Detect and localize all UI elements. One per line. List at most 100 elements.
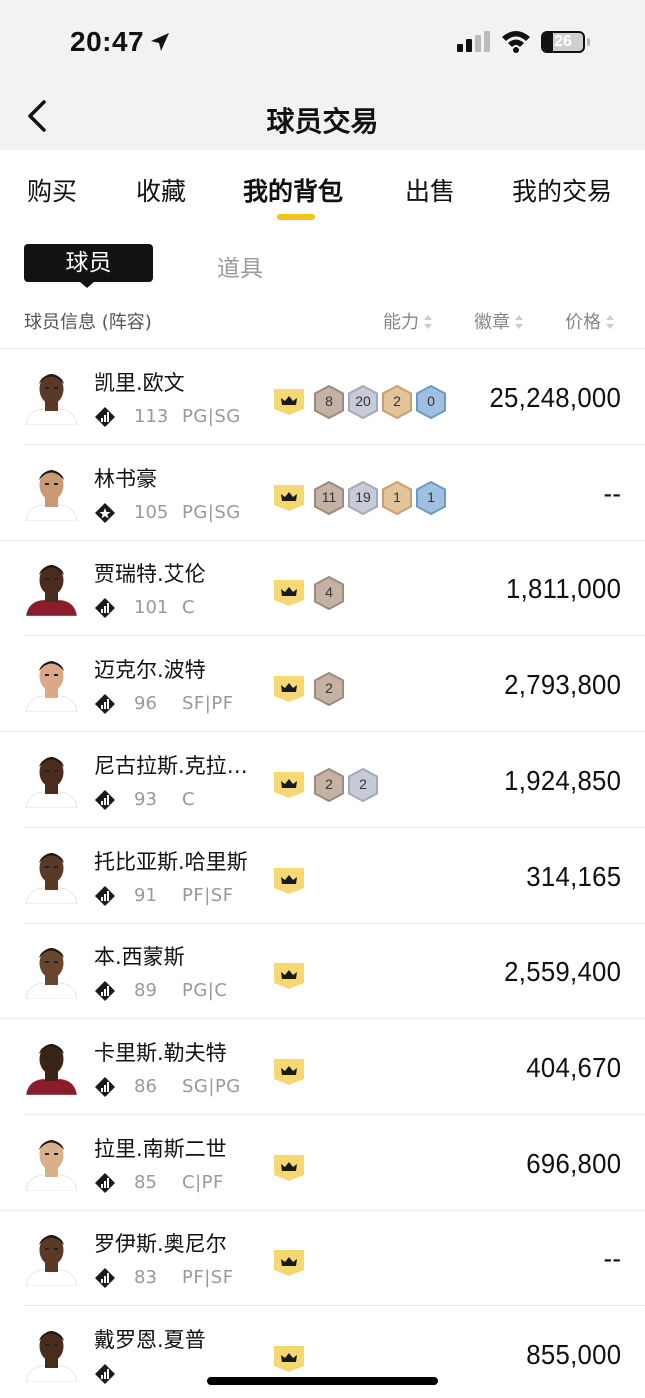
location-arrow-icon (151, 33, 169, 51)
player-avatar (25, 1139, 78, 1191)
active-tab-indicator (277, 214, 315, 220)
battery-cap (587, 38, 590, 46)
player-price: 1,811,000 (505, 573, 621, 605)
player-name: 贾瑞特.艾伦 (94, 562, 206, 587)
header-price-sort[interactable]: 价格 (565, 308, 615, 334)
badge-number: 4 (325, 584, 333, 601)
player-rating: 105 (134, 501, 169, 523)
crown-icon (274, 1346, 304, 1372)
player-position: C|PF (182, 1171, 224, 1193)
crown-icon (274, 389, 304, 415)
tab-my-backpack[interactable]: 我的背包 (243, 172, 343, 208)
player-avatar (25, 852, 78, 904)
subtab-items[interactable]: 道具 (217, 249, 263, 283)
player-rating: 85 (134, 1171, 157, 1193)
rank-diamond-icon (95, 598, 115, 619)
player-position: PG|SG (182, 501, 241, 523)
player-position: SG|PG (182, 1075, 241, 1097)
header-ability-label: 能力 (383, 312, 419, 333)
player-position: C (182, 597, 196, 619)
player-avatar (25, 756, 78, 808)
player-price: 2,559,400 (503, 956, 621, 988)
player-avatar (25, 661, 78, 713)
player-name: 戴罗恩.夏普 (94, 1328, 206, 1352)
badge-count: 20 (348, 385, 378, 419)
badge-count: 2 (314, 672, 344, 707)
header-ability-sort[interactable]: 能力 (383, 308, 433, 334)
player-row[interactable]: 凯里.欧文 113 PG|SG 8 20 2 0 25,248,000 (0, 349, 645, 445)
crown-icon (274, 676, 304, 703)
tab-favorites[interactable]: 收藏 (136, 172, 186, 208)
tab-my-trades[interactable]: 我的交易 (512, 172, 612, 208)
player-row[interactable]: 贾瑞特.艾伦 101 C 4 1,811,000 (0, 540, 645, 637)
rank-diamond-icon (95, 1268, 115, 1289)
player-rating: 96 (134, 693, 157, 715)
tab-buy[interactable]: 购买 (27, 172, 77, 208)
player-avatar (25, 948, 78, 1000)
player-avatar (25, 469, 78, 521)
player-row[interactable]: 托比亚斯.哈里斯 91 PF|SF 314,165 (0, 828, 645, 924)
player-price: 855,000 (525, 1339, 621, 1370)
badge-count: 0 (416, 385, 446, 419)
header-badges-label: 徽章 (474, 312, 510, 333)
rank-diamond-icon (95, 789, 115, 810)
page-title: 球员交易 (266, 105, 379, 138)
player-row[interactable]: 尼古拉斯.克拉克斯顿 93 C 2 2 1,924,850 (0, 732, 645, 828)
crown-icon (274, 771, 304, 798)
cellular-signal-icon (457, 31, 490, 52)
player-avatar (25, 565, 78, 617)
player-name: 林书豪 (94, 466, 157, 491)
player-row[interactable]: 卡里斯.勒夫特 86 SG|PG 404,670 (0, 1019, 645, 1115)
badge-number: 1 (427, 488, 435, 505)
crown-icon (274, 1058, 304, 1085)
rank-diamond-icon (95, 981, 115, 1002)
player-row[interactable]: 迈克尔.波特 96 SF|PF 2 2,793,800 (0, 636, 645, 733)
crown-icon (274, 1154, 304, 1181)
main-tabs: 购买 收藏 我的背包 出售 我的交易 (0, 150, 645, 230)
header-badges-sort[interactable]: 徽章 (474, 308, 524, 334)
wifi-icon (502, 31, 530, 53)
player-position: PF|SF (182, 884, 234, 906)
badge-count: 19 (348, 480, 378, 515)
rank-diamond-icon (95, 885, 115, 906)
player-price: 1,924,850 (503, 764, 621, 796)
crown-icon (274, 1250, 304, 1277)
player-avatar (25, 1235, 78, 1287)
player-row[interactable]: 本.西蒙斯 89 PG|C 2,559,400 (0, 923, 645, 1020)
rank-diamond-icon (95, 502, 115, 523)
player-rating: 101 (134, 597, 169, 619)
header-price-label: 价格 (565, 312, 601, 333)
sort-arrows-icon (606, 315, 614, 329)
player-row[interactable]: 林书豪 105 PG|SG 11 19 1 1 -- (0, 445, 645, 541)
battery-indicator: 26 (541, 31, 585, 53)
player-row[interactable]: 罗伊斯.奥尼尔 83 PF|SF -- (0, 1210, 645, 1307)
rank-diamond-icon (95, 694, 115, 715)
crown-icon (274, 963, 304, 990)
player-row[interactable]: 拉里.南斯二世 85 C|PF 696,800 (0, 1115, 645, 1211)
subtab-players[interactable]: 球员 (24, 244, 153, 282)
player-rating: 93 (134, 788, 157, 810)
badge-number: 20 (355, 393, 371, 409)
tab-sell[interactable]: 出售 (405, 172, 455, 208)
badge-number: 11 (321, 488, 337, 505)
player-position: PG|C (182, 980, 228, 1002)
player-name: 拉里.南斯二世 (94, 1136, 227, 1161)
player-price: 314,165 (525, 860, 621, 892)
player-rating: 89 (134, 980, 157, 1002)
player-position: PG|SG (182, 406, 241, 427)
home-indicator (207, 1377, 438, 1385)
player-name: 尼古拉斯.克拉克斯顿 (94, 753, 264, 778)
badge-count: 2 (348, 767, 378, 802)
player-rating: 86 (134, 1075, 157, 1097)
crown-icon (274, 867, 304, 894)
player-price: -- (603, 477, 621, 509)
player-price: 404,670 (525, 1051, 621, 1083)
badge-number: 8 (325, 393, 333, 409)
badge-number: 19 (355, 488, 371, 505)
rank-diamond-icon (95, 1172, 115, 1193)
player-rating: 91 (134, 884, 157, 906)
nav-bar: 球员交易 (0, 88, 645, 150)
sort-arrows-icon (515, 315, 523, 329)
player-price: -- (603, 1243, 621, 1275)
badge-count: 2 (314, 767, 344, 802)
